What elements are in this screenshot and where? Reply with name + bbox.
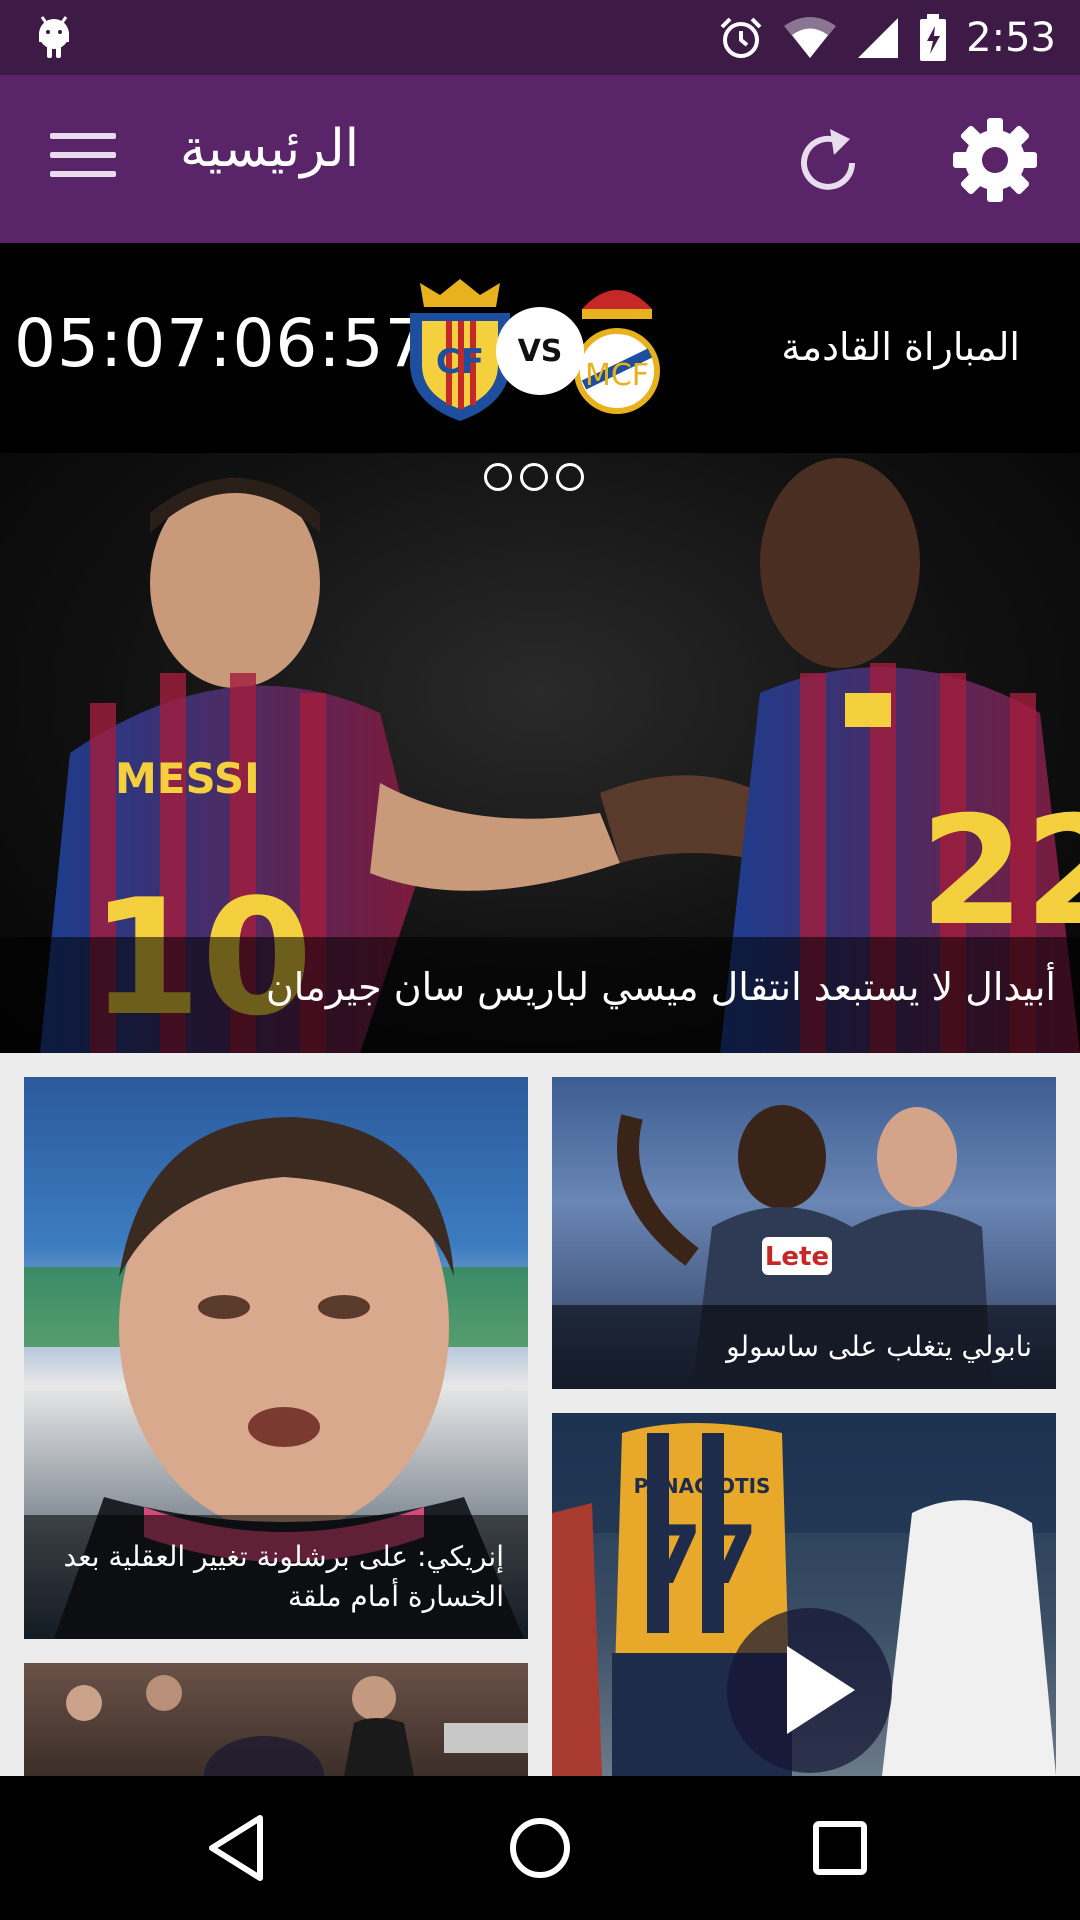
- app-toolbar: الرئيسية: [0, 75, 1080, 243]
- slider-dot-3[interactable]: [556, 463, 584, 491]
- news-card-enrique[interactable]: إنريكي: على برشلونة تغيير العقلية بعد ال…: [24, 1077, 528, 1639]
- refresh-icon[interactable]: [790, 125, 866, 201]
- android-notification-icon: [39, 16, 69, 58]
- svg-text:22: 22: [920, 785, 1080, 959]
- news-card-caption: نابولي يتغلب على ساسولو: [552, 1305, 1056, 1389]
- page-title: الرئيسية: [180, 119, 360, 179]
- svg-text:Lete: Lete: [765, 1242, 829, 1272]
- system-nav-bar: [0, 1776, 1080, 1920]
- svg-text:PANAGIOTIS: PANAGIOTIS: [634, 1474, 771, 1498]
- news-card-ronaldo[interactable]: [24, 1663, 528, 1776]
- vs-badge: VS: [496, 307, 584, 395]
- news-grid: Lete نابولي يتغلب على ساسولو إنريكي: على…: [0, 1053, 1080, 1776]
- news-card-caption: إنريكي: على برشلونة تغيير العقلية بعد ال…: [24, 1515, 528, 1639]
- status-time: 2:53: [966, 14, 1056, 61]
- signal-icon: [858, 17, 899, 58]
- back-icon[interactable]: [202, 1810, 278, 1886]
- recents-icon[interactable]: [802, 1810, 878, 1886]
- slider-pagination: [484, 463, 584, 491]
- svg-text:CF: CF: [436, 342, 484, 382]
- menu-icon[interactable]: [50, 133, 116, 183]
- svg-text:77: 77: [646, 1509, 757, 1602]
- slider-dot-2[interactable]: [520, 463, 548, 491]
- home-icon[interactable]: [502, 1810, 578, 1886]
- hero-news-slider[interactable]: MESSI 10 22 أبيدال لا يستبعد انتقال ميسي…: [0, 453, 1080, 1053]
- play-icon: [787, 1646, 855, 1734]
- settings-gear-icon[interactable]: [950, 115, 1040, 205]
- match-countdown: 05:07:06:57: [14, 305, 428, 382]
- next-match-banner[interactable]: 05:07:06:57 CF MCF VS المباراة القادمة: [0, 243, 1080, 453]
- news-card-video[interactable]: PANAGIOTIS 77: [552, 1413, 1056, 1776]
- news-card-napoli[interactable]: Lete نابولي يتغلب على ساسولو: [552, 1077, 1056, 1389]
- battery-icon: [920, 13, 947, 61]
- real-madrid-crest-icon: MCF: [574, 290, 660, 414]
- svg-text:MCF: MCF: [585, 358, 649, 393]
- next-match-label: المباراة القادمة: [781, 325, 1020, 369]
- status-bar: 2:53: [0, 0, 1080, 75]
- news-card-photo: [66, 1675, 528, 1776]
- hero-headline[interactable]: أبيدال لا يستبعد انتقال ميسي لباريس سان …: [0, 937, 1080, 1053]
- jersey-name-text: MESSI: [115, 754, 260, 803]
- wifi-icon: [784, 16, 837, 58]
- alarm-icon: [720, 17, 762, 58]
- slider-dot-1[interactable]: [484, 463, 512, 491]
- play-video-button[interactable]: [727, 1608, 892, 1773]
